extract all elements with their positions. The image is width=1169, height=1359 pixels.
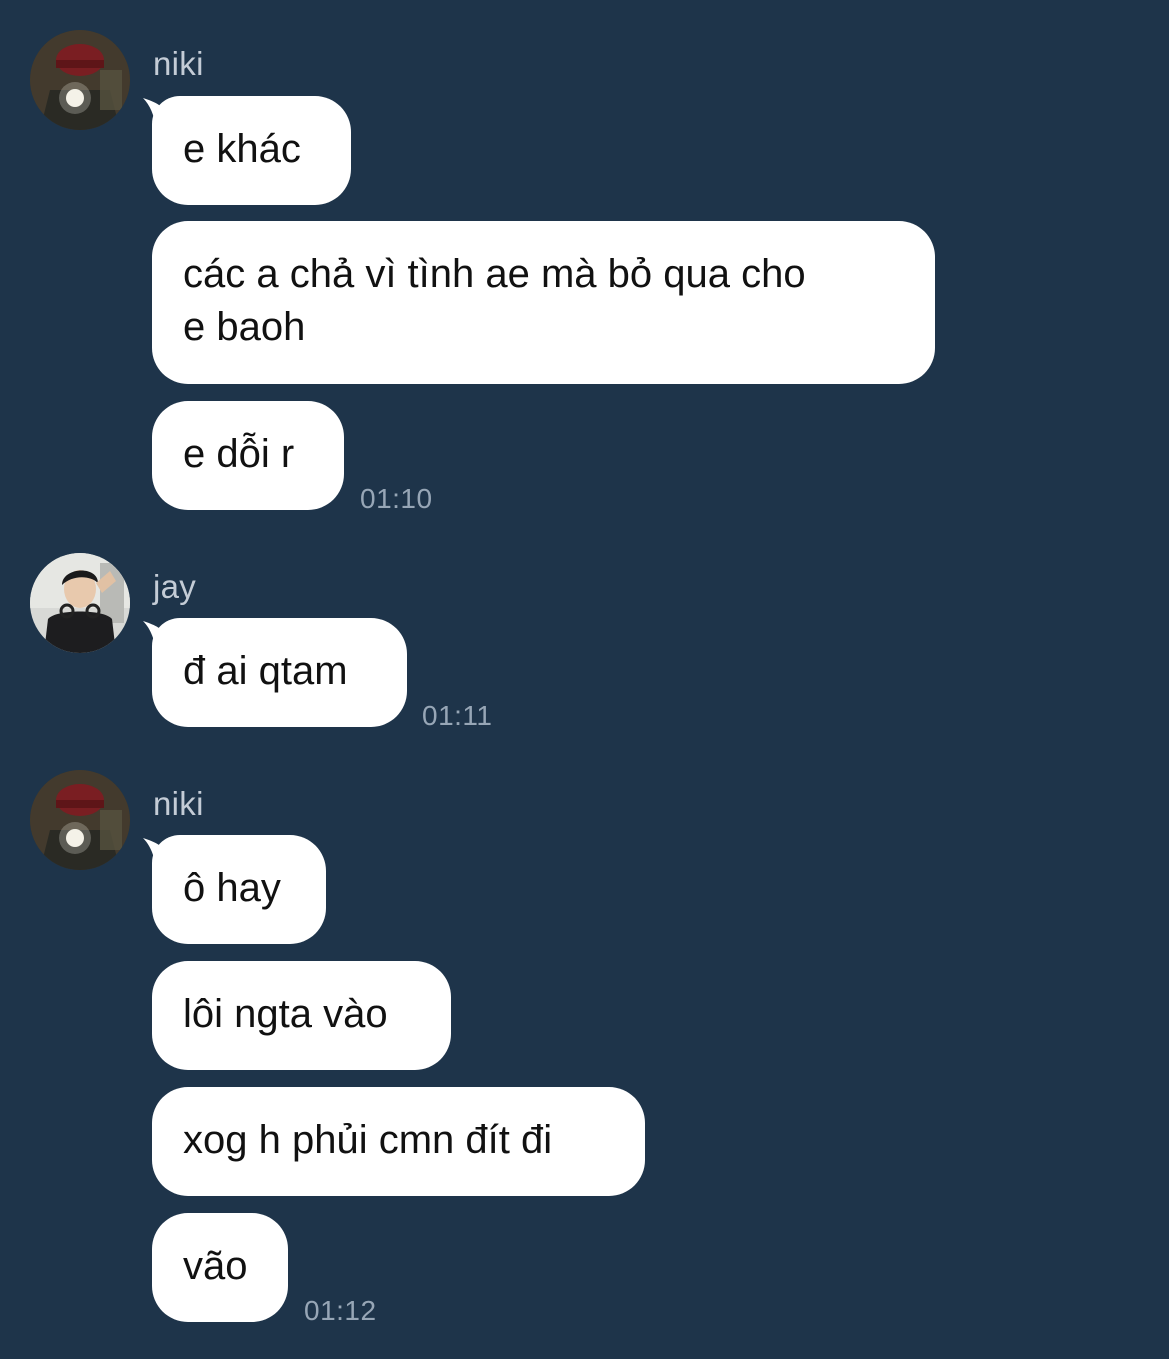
message-bubble[interactable]: đ ai qtam <box>152 618 407 727</box>
message-timestamp: 01:11 <box>422 700 493 731</box>
message-bubble[interactable]: lôi ngta vào <box>152 961 451 1070</box>
sender-name: jay <box>153 568 197 605</box>
message-timestamp: 01:12 <box>304 1295 377 1326</box>
message-timestamp: 01:10 <box>360 483 433 514</box>
message-bubble[interactable]: e khác <box>152 96 351 205</box>
message-bubble[interactable]: ô hay <box>152 835 326 944</box>
sender-name: niki <box>153 45 204 82</box>
message-bubble[interactable]: e dỗi r <box>152 401 344 510</box>
jay-avatar[interactable] <box>30 553 130 653</box>
message-bubble[interactable]: xog h phủi cmn đít đi <box>152 1087 645 1196</box>
sender-name: niki <box>153 785 204 822</box>
message-bubble[interactable]: các a chả vì tình ae mà bỏ qua cho e bao… <box>152 221 935 384</box>
message-bubble[interactable]: vão <box>152 1213 288 1322</box>
user-photo-avatar-icon <box>30 30 130 130</box>
user-photo-avatar-icon <box>30 770 130 870</box>
niki-avatar[interactable] <box>30 30 130 130</box>
user-photo-avatar-icon <box>30 553 130 653</box>
niki-avatar[interactable] <box>30 770 130 870</box>
